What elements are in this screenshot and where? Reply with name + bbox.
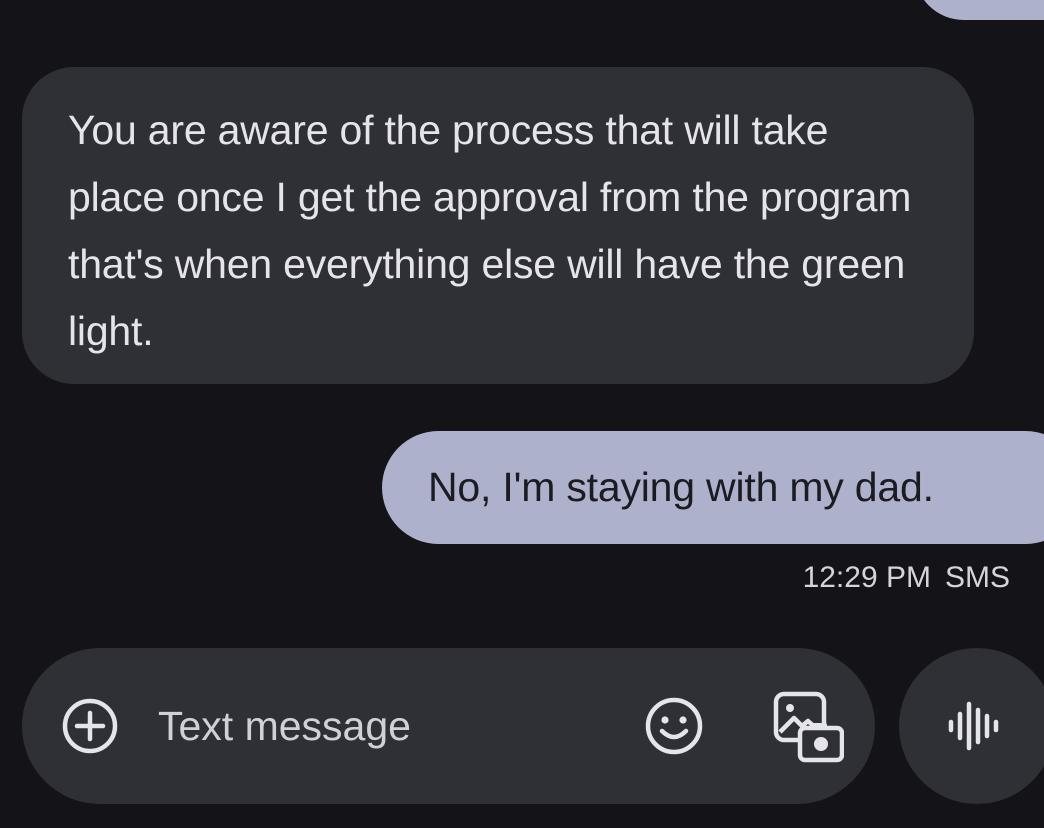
emoji-icon[interactable]: [644, 696, 704, 756]
incoming-message-bubble[interactable]: You are aware of the process that will t…: [22, 67, 974, 384]
message-meta: 12:29 PM SMS: [789, 558, 1010, 598]
voice-waveform-icon: [948, 701, 999, 751]
compose-bar: [22, 648, 875, 804]
outgoing-message-bubble[interactable]: No, I'm staying with my dad.: [382, 431, 1044, 544]
plus-circle-icon[interactable]: [62, 698, 118, 754]
previous-message-bubble[interactable]: [914, 0, 1044, 20]
outgoing-message-text: No, I'm staying with my dad.: [428, 464, 934, 510]
incoming-message-text: You are aware of the process that will t…: [68, 107, 912, 354]
text-message-input[interactable]: [158, 698, 598, 754]
messages-screen: You are aware of the process that will t…: [0, 0, 1044, 828]
message-type-label: SMS: [944, 561, 1010, 594]
voice-message-button[interactable]: [899, 648, 1044, 804]
gallery-icon[interactable]: [770, 690, 844, 764]
message-timestamp: 12:29 PM: [802, 561, 931, 594]
